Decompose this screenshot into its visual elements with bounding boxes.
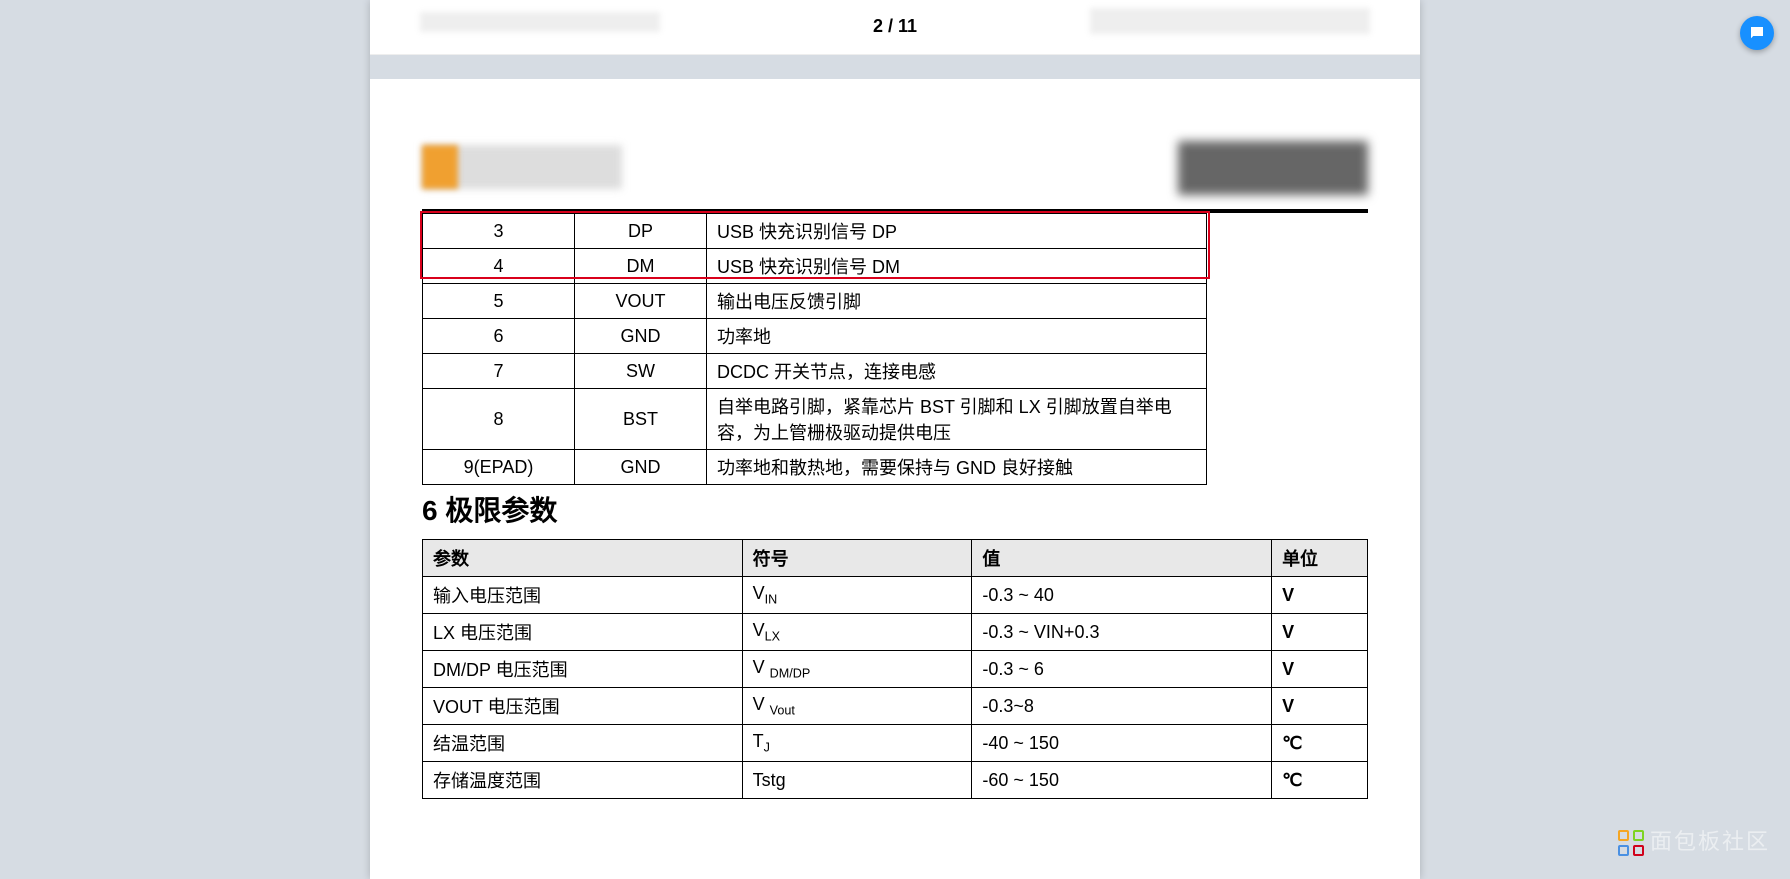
table-header-row: 参数 符号 值 单位	[423, 540, 1368, 577]
pin-name: DM	[575, 249, 707, 284]
pin-name: VOUT	[575, 284, 707, 319]
param-unit: V	[1272, 614, 1368, 651]
param-name: LX 电压范围	[423, 614, 743, 651]
param-name: 存储温度范围	[423, 762, 743, 799]
param-value: -0.3 ~ 40	[972, 577, 1272, 614]
table-row: 8BST自举电路引脚，紧靠芯片 BST 引脚和 LX 引脚放置自举电容，为上管栅…	[423, 389, 1207, 450]
pin-number: 4	[423, 249, 575, 284]
param-value: -0.3 ~ 6	[972, 651, 1272, 688]
pin-description: USB 快充识别信号 DM	[707, 249, 1207, 284]
absolute-maximum-ratings-table: 参数 符号 值 单位 输入电压范围VIN-0.3 ~ 40VLX 电压范围VLX…	[422, 539, 1368, 799]
watermark-text: 面包板社区	[1650, 829, 1770, 854]
pin-description-table: 3DPUSB 快充识别信号 DP4DMUSB 快充识别信号 DM5VOUT输出电…	[422, 213, 1207, 485]
param-symbol: V DM/DP	[742, 651, 972, 688]
param-name: 输入电压范围	[423, 577, 743, 614]
table-row: DM/DP 电压范围V DM/DP-0.3 ~ 6V	[423, 651, 1368, 688]
col-parameter: 参数	[423, 540, 743, 577]
redacted-part-number	[1178, 141, 1368, 195]
table-row: 5VOUT输出电压反馈引脚	[423, 284, 1207, 319]
pin-number: 7	[423, 354, 575, 389]
redacted-block	[1090, 8, 1370, 34]
pin-description: 自举电路引脚，紧靠芯片 BST 引脚和 LX 引脚放置自举电容，为上管栅极驱动提…	[707, 389, 1207, 450]
table-row: 7SWDCDC 开关节点，连接电感	[423, 354, 1207, 389]
watermark-logo-icon	[1618, 830, 1644, 856]
document-page: 3DPUSB 快充识别信号 DP4DMUSB 快充识别信号 DM5VOUT输出电…	[370, 79, 1420, 879]
table-row: 9(EPAD)GND功率地和散热地，需要保持与 GND 良好接触	[423, 450, 1207, 485]
redacted-logo-mark	[422, 145, 458, 189]
pin-description: DCDC 开关节点，连接电感	[707, 354, 1207, 389]
document-viewport: 2 / 11 3DPUSB 快充识别信号 DP4DMUSB 快充识别信号 DM5…	[370, 0, 1420, 879]
pin-name: GND	[575, 450, 707, 485]
pin-number: 9(EPAD)	[423, 450, 575, 485]
chat-icon	[1748, 24, 1766, 42]
param-unit: V	[1272, 688, 1368, 725]
pin-description: 输出电压反馈引脚	[707, 284, 1207, 319]
param-value: -40 ~ 150	[972, 725, 1272, 762]
param-symbol: VIN	[742, 577, 972, 614]
param-name: VOUT 电压范围	[423, 688, 743, 725]
watermark: 面包板社区	[1618, 824, 1770, 856]
pin-number: 6	[423, 319, 575, 354]
pin-number: 5	[423, 284, 575, 319]
param-unit: ℃	[1272, 762, 1368, 799]
param-symbol: TJ	[742, 725, 972, 762]
param-unit: V	[1272, 651, 1368, 688]
param-name: 结温范围	[423, 725, 743, 762]
pin-name: GND	[575, 319, 707, 354]
table-row: VOUT 电压范围V Vout-0.3~8V	[423, 688, 1368, 725]
feedback-button[interactable]	[1740, 16, 1774, 50]
section-heading-6: 6 极限参数	[422, 489, 557, 529]
pin-description: USB 快充识别信号 DP	[707, 214, 1207, 249]
param-symbol: V Vout	[742, 688, 972, 725]
pin-number: 3	[423, 214, 575, 249]
col-symbol: 符号	[742, 540, 972, 577]
page-gap	[370, 55, 1420, 79]
page-number: 2 / 11	[873, 16, 917, 37]
table-row: LX 电压范围VLX-0.3 ~ VIN+0.3V	[423, 614, 1368, 651]
col-value: 值	[972, 540, 1272, 577]
param-symbol: VLX	[742, 614, 972, 651]
table-row: 存储温度范围Tstg-60 ~ 150℃	[423, 762, 1368, 799]
page-header-strip: 2 / 11	[370, 0, 1420, 55]
pin-name: SW	[575, 354, 707, 389]
pin-name: BST	[575, 389, 707, 450]
param-unit: V	[1272, 577, 1368, 614]
param-value: -60 ~ 150	[972, 762, 1272, 799]
redacted-block	[420, 12, 660, 32]
param-value: -0.3~8	[972, 688, 1272, 725]
param-value: -0.3 ~ VIN+0.3	[972, 614, 1272, 651]
table-row: 输入电压范围VIN-0.3 ~ 40V	[423, 577, 1368, 614]
table-row: 结温范围TJ-40 ~ 150℃	[423, 725, 1368, 762]
table-row: 4DMUSB 快充识别信号 DM	[423, 249, 1207, 284]
param-name: DM/DP 电压范围	[423, 651, 743, 688]
table-row: 3DPUSB 快充识别信号 DP	[423, 214, 1207, 249]
pin-number: 8	[423, 389, 575, 450]
pin-name: DP	[575, 214, 707, 249]
pin-description: 功率地	[707, 319, 1207, 354]
col-unit: 单位	[1272, 540, 1368, 577]
param-symbol: Tstg	[742, 762, 972, 799]
param-unit: ℃	[1272, 725, 1368, 762]
table-row: 6GND功率地	[423, 319, 1207, 354]
pin-description: 功率地和散热地，需要保持与 GND 良好接触	[707, 450, 1207, 485]
